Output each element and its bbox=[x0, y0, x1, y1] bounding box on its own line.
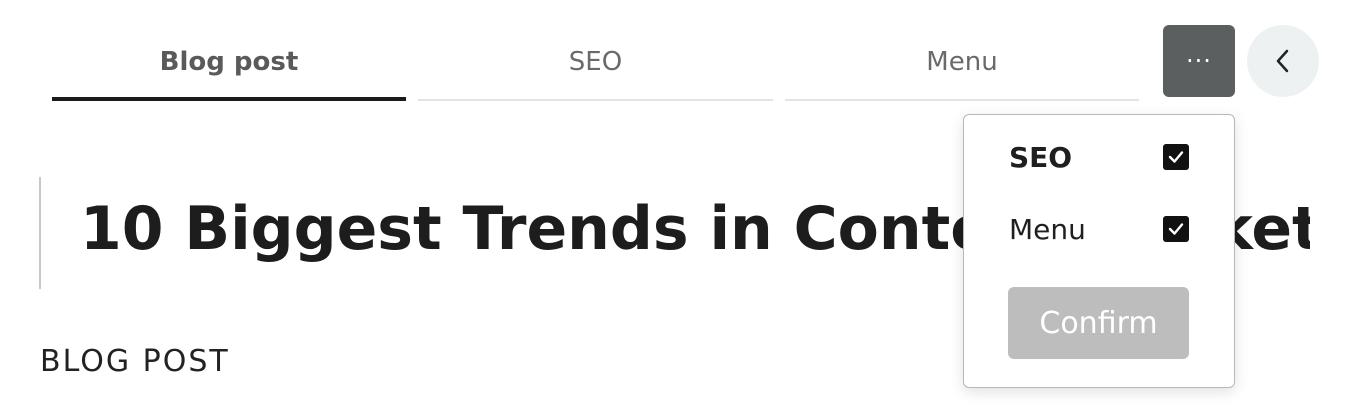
title-indicator bbox=[39, 177, 41, 289]
tab-blog-post[interactable]: Blog post bbox=[52, 40, 406, 101]
dropdown-option-seo[interactable]: SEO bbox=[1009, 137, 1189, 177]
chevron-left-icon bbox=[1276, 49, 1289, 73]
tab-seo[interactable]: SEO bbox=[418, 40, 773, 101]
tab-menu[interactable]: Menu bbox=[785, 40, 1139, 101]
dropdown-option-menu[interactable]: Menu bbox=[1009, 209, 1189, 249]
tab-label: Menu bbox=[926, 47, 998, 77]
tab-visibility-dropdown: SEO Menu Confirm bbox=[963, 114, 1235, 388]
confirm-button[interactable]: Confirm bbox=[1008, 287, 1189, 359]
more-options-button[interactable]: ··· bbox=[1163, 25, 1235, 97]
page: Blog post SEO Menu ··· 10 Biggest Trends… bbox=[0, 0, 1348, 408]
checkbox[interactable] bbox=[1163, 144, 1189, 170]
checkmark-icon bbox=[1168, 151, 1184, 163]
tab-label: SEO bbox=[568, 47, 623, 77]
option-label: Menu bbox=[1009, 212, 1086, 246]
more-horizontal-icon: ··· bbox=[1186, 47, 1212, 75]
checkbox[interactable] bbox=[1163, 216, 1189, 242]
checkmark-icon bbox=[1168, 223, 1184, 235]
content-type-label: BLOG POST bbox=[40, 344, 230, 379]
collapse-button[interactable] bbox=[1247, 25, 1319, 97]
tab-label: Blog post bbox=[159, 47, 299, 77]
option-label: SEO bbox=[1009, 140, 1073, 174]
